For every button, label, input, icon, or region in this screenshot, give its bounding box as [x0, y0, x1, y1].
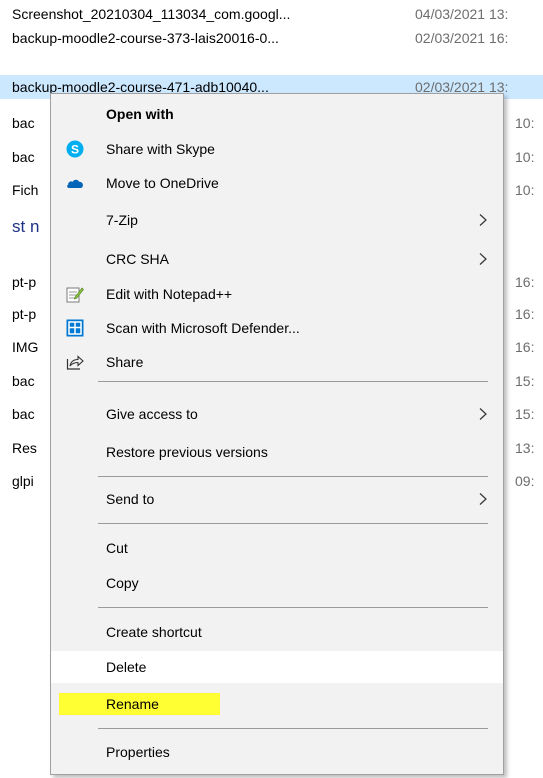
menu-item-cut[interactable]: Cut	[51, 532, 503, 564]
file-name: IMG	[12, 339, 39, 355]
menu-item-label: CRC SHA	[106, 251, 170, 267]
onedrive-cloud-icon	[67, 179, 83, 188]
group-header[interactable]: st n	[12, 215, 39, 239]
chevron-right-icon	[479, 493, 487, 505]
menu-item-share-with-skype[interactable]: S Share with Skype	[51, 133, 503, 165]
menu-item-restore-previous-versions[interactable]: Restore previous versions	[51, 436, 503, 468]
menu-item-label: Move to OneDrive	[106, 175, 219, 191]
chevron-right-icon	[479, 214, 487, 226]
menu-item-label: Delete	[106, 659, 147, 675]
menu-item-crc-sha[interactable]: CRC SHA	[51, 243, 503, 275]
file-row[interactable]: backup-moodle2-course-373-lais20016-0...…	[0, 26, 543, 50]
file-row[interactable]: Screenshot_20210304_113034_com.googl... …	[0, 2, 543, 26]
context-menu: Open with S Share with Skype Move to One…	[50, 93, 504, 775]
file-date: 02/03/2021 16:	[415, 30, 509, 46]
svg-text:S: S	[71, 143, 79, 157]
menu-item-give-access-to[interactable]: Give access to	[51, 398, 503, 430]
menu-item-label: Edit with Notepad++	[106, 286, 233, 302]
file-name: bac	[12, 149, 35, 165]
file-name: Fich	[12, 182, 39, 198]
menu-item-label: Create shortcut	[106, 624, 202, 640]
menu-item-copy[interactable]: Copy	[51, 567, 503, 599]
menu-item-send-to[interactable]: Send to	[51, 483, 503, 515]
menu-item-7zip[interactable]: 7-Zip	[51, 204, 503, 236]
menu-item-label: 7-Zip	[106, 212, 138, 228]
menu-item-delete[interactable]: Delete	[51, 651, 503, 683]
file-date: 15:	[515, 373, 535, 389]
menu-item-label: Share with Skype	[106, 141, 215, 157]
menu-item-edit-with-notepad[interactable]: Edit with Notepad++	[51, 278, 503, 310]
menu-item-label: Scan with Microsoft Defender...	[106, 320, 300, 336]
file-name: backup-moodle2-course-373-lais20016-0...	[12, 30, 279, 46]
file-name: Res	[12, 440, 37, 456]
notepad-plus-plus-icon	[66, 287, 84, 303]
file-name: Screenshot_20210304_113034_com.googl...	[12, 6, 291, 22]
menu-item-label: Give access to	[106, 406, 198, 422]
menu-item-label: Share	[106, 354, 144, 370]
file-date: 16:	[515, 339, 535, 355]
menu-separator	[98, 381, 488, 382]
menu-separator	[98, 607, 488, 608]
menu-separator	[98, 476, 488, 477]
menu-item-label: Copy	[106, 575, 139, 591]
file-date: 10:	[515, 149, 535, 165]
menu-item-label: Send to	[106, 491, 155, 507]
chevron-right-icon	[479, 253, 487, 265]
file-date: 13:	[515, 440, 535, 456]
file-name: glpi	[12, 473, 34, 489]
chevron-right-icon	[479, 408, 487, 420]
menu-item-label: Properties	[106, 744, 170, 760]
file-name: bac	[12, 406, 35, 422]
file-name: pt-p	[12, 306, 37, 322]
file-date: 10:	[515, 182, 535, 198]
menu-item-open-with[interactable]: Open with	[51, 98, 503, 130]
menu-item-move-to-onedrive[interactable]: Move to OneDrive	[51, 167, 503, 199]
menu-item-share[interactable]: Share	[51, 346, 503, 378]
file-name: bac	[12, 115, 35, 131]
share-icon	[66, 355, 84, 370]
file-date: 16:	[515, 274, 535, 290]
menu-item-label: Open with	[106, 106, 174, 122]
file-date: 04/03/2021 13:	[415, 6, 509, 22]
menu-item-label: Restore previous versions	[106, 444, 268, 460]
menu-item-label: Rename	[106, 696, 159, 712]
menu-item-create-shortcut[interactable]: Create shortcut	[51, 616, 503, 648]
file-name: bac	[12, 373, 35, 389]
menu-separator	[98, 523, 488, 524]
file-date: 10:	[515, 115, 535, 131]
menu-item-rename[interactable]: Rename	[51, 688, 503, 720]
menu-separator	[98, 728, 488, 729]
file-date: 16:	[515, 306, 535, 322]
shield-icon	[66, 319, 84, 337]
skype-icon: S	[66, 140, 84, 158]
menu-item-properties[interactable]: Properties	[51, 736, 503, 768]
file-date: 09:	[515, 473, 535, 489]
file-name: pt-p	[12, 274, 37, 290]
menu-item-label: Cut	[106, 540, 128, 556]
menu-item-scan-with-defender[interactable]: Scan with Microsoft Defender...	[51, 312, 503, 344]
file-date: 15:	[515, 406, 535, 422]
